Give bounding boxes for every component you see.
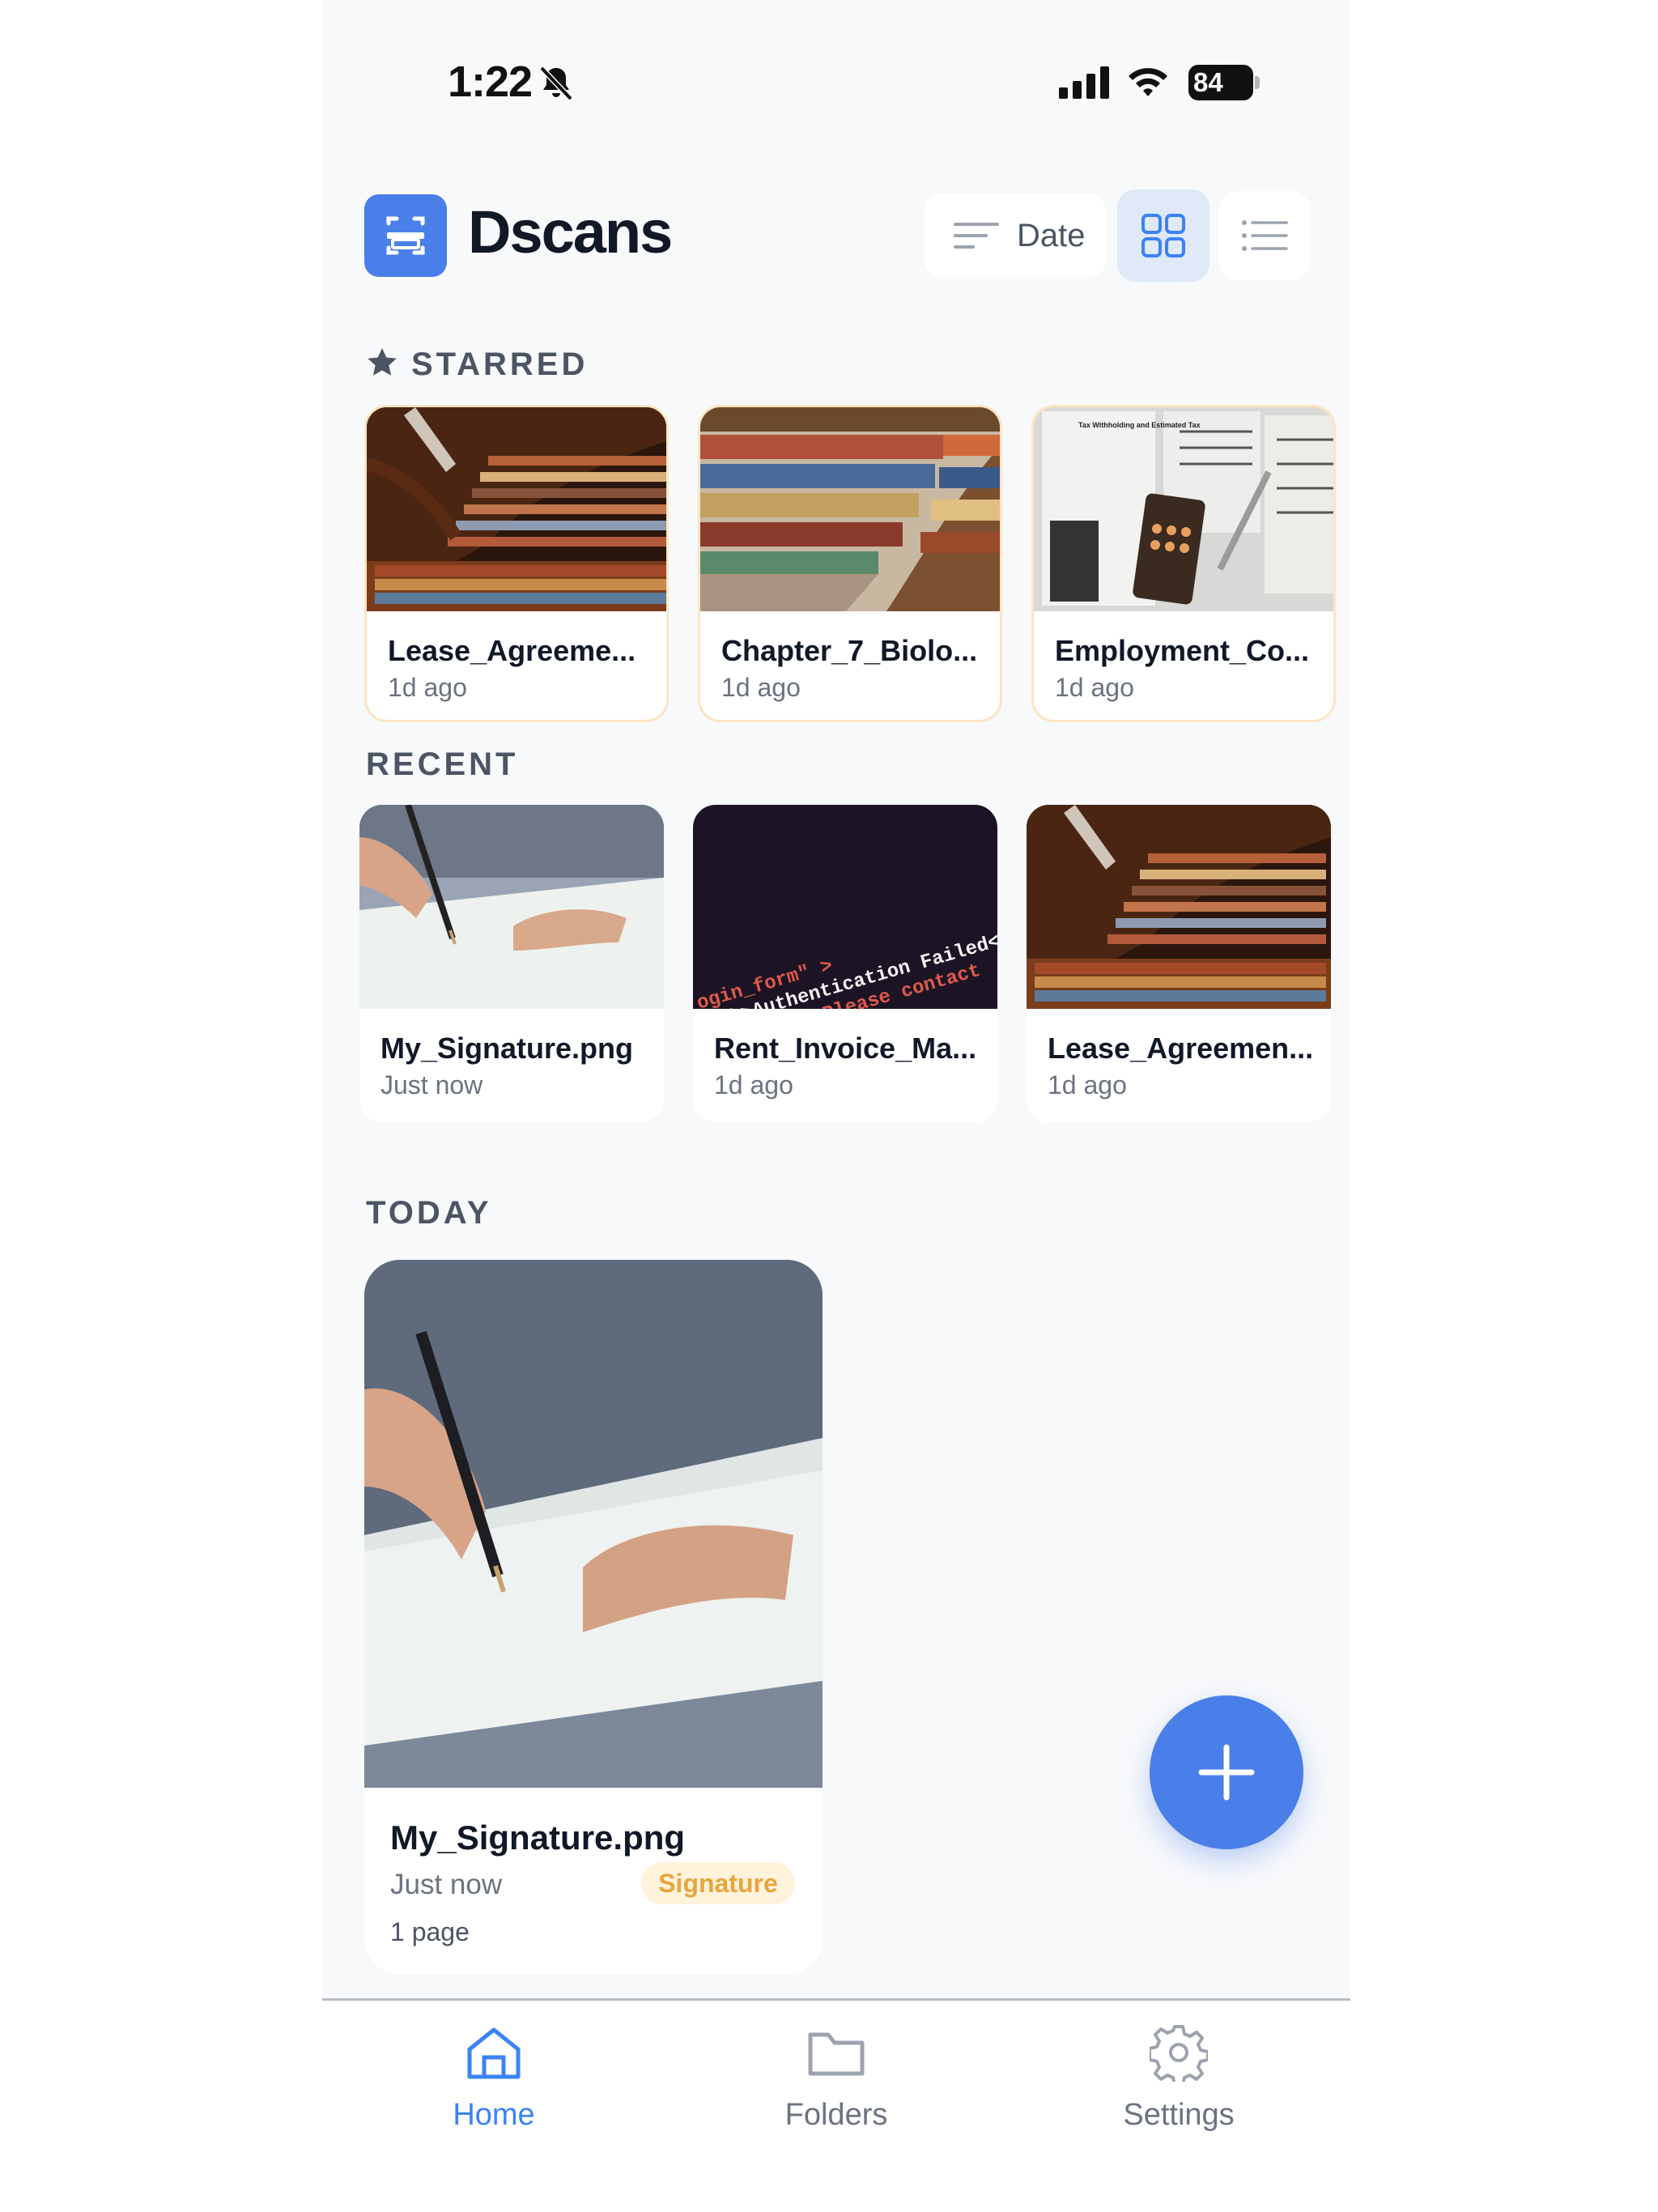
card-name: Lease_Agreeme...: [388, 634, 636, 667]
star-icon: [368, 348, 397, 376]
today-document-card[interactable]: My_Signature.png Just now Signature 1 pa…: [364, 1260, 823, 1974]
battery-indicator: 84: [1188, 65, 1260, 100]
wifi-icon: [1129, 68, 1167, 96]
page-count: 1 page: [390, 1917, 470, 1946]
tab-home[interactable]: Home: [389, 2023, 599, 2133]
starred-card[interactable]: Lease_Agreeme... 1d ago: [364, 405, 669, 722]
signing-hand-thumbnail: [359, 805, 664, 1009]
starred-card[interactable]: Tax Withholding and Estimated Tax Employ…: [1031, 405, 1336, 722]
code-screen-thumbnail: ogin_form" > <b>Authentication Failed</ …: [693, 805, 997, 1009]
card-time: 1d ago: [388, 673, 467, 702]
recent-section-title: RECENT: [366, 747, 519, 782]
recent-card[interactable]: My_Signature.png Just now: [359, 805, 664, 1122]
tab-settings-label: Settings: [1123, 2098, 1235, 2132]
starred-card[interactable]: Chapter_7_Biolo... 1d ago: [698, 405, 1002, 722]
gear-icon: [1150, 2025, 1208, 2082]
tab-settings[interactable]: Settings: [1073, 2023, 1284, 2133]
card-name: My_Signature.png: [380, 1032, 634, 1065]
status-time: 1:22: [448, 57, 533, 106]
card-time: Just now: [380, 1070, 483, 1100]
card-name: Chapter_7_Biolo...: [721, 634, 978, 667]
battery-level: 84: [1188, 65, 1253, 100]
grid-view-button[interactable]: [1117, 189, 1209, 282]
tab-home-label: Home: [453, 2098, 535, 2132]
sort-icon: [954, 223, 999, 249]
signing-hand-thumbnail: [364, 1260, 823, 1788]
tab-folders[interactable]: Folders: [731, 2023, 942, 2133]
grid-icon: [1141, 214, 1185, 257]
scanner-icon: [386, 216, 425, 255]
card-name: Lease_Agreemen...: [1048, 1032, 1314, 1065]
bottom-tab-bar: Home Folders Settings: [322, 1998, 1350, 2212]
tax-form-text: Tax Withholding and Estimated Tax: [1078, 421, 1201, 429]
add-document-button[interactable]: [1150, 1695, 1303, 1849]
card-name: My_Signature.png: [390, 1819, 686, 1857]
card-time: 1d ago: [721, 673, 801, 702]
cellular-signal-icon: [1059, 66, 1109, 99]
recent-card[interactable]: ogin_form" > <b>Authentication Failed</ …: [693, 805, 997, 1122]
status-bar: 1:22 84: [322, 0, 1350, 121]
folder-icon: [808, 2032, 865, 2076]
battery-tip: [1255, 76, 1260, 89]
library-thumbnail: [1027, 805, 1331, 1009]
list-icon: [1242, 220, 1288, 251]
tab-folders-label: Folders: [784, 2098, 888, 2132]
list-view-button[interactable]: [1219, 191, 1310, 280]
app-logo: [364, 194, 447, 277]
card-time: 1d ago: [1055, 673, 1134, 702]
card-name: Rent_Invoice_Ma...: [714, 1032, 977, 1065]
sort-label: Date: [1017, 217, 1086, 253]
plus-icon: [1198, 1744, 1255, 1801]
starred-section-title: STARRED: [411, 347, 589, 382]
sort-date-button[interactable]: Date: [925, 194, 1106, 277]
card-name: Employment_Co...: [1055, 634, 1310, 667]
bell-slash-icon: [539, 66, 573, 101]
phone-screen: 1:22 84 Dscans Date STARRED Lease_Agreem…: [322, 0, 1350, 2212]
app-title: Dscans: [468, 198, 673, 266]
signature-tag-badge: Signature: [641, 1862, 795, 1904]
card-time: Just now: [390, 1869, 503, 1900]
card-time: 1d ago: [1048, 1070, 1127, 1100]
today-section-title: TODAY: [366, 1195, 492, 1231]
recent-card[interactable]: Lease_Agreemen... 1d ago: [1027, 805, 1331, 1122]
tax-documents-thumbnail: Tax Withholding and Estimated Tax: [1034, 407, 1333, 611]
home-icon: [467, 2027, 521, 2079]
card-time: 1d ago: [714, 1070, 793, 1100]
library-thumbnail: [367, 407, 666, 611]
bookshelf-thumbnail: [700, 407, 1000, 611]
